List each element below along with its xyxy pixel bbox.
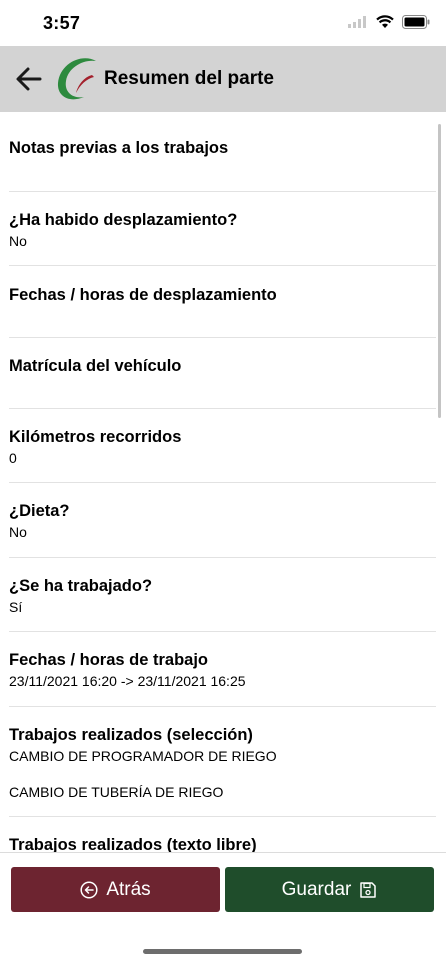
list-item: Trabajos realizados (selección) CAMBIO D… (9, 707, 436, 817)
save-button-label: Guardar (281, 878, 352, 900)
list-item: Notas previas a los trabajos (9, 112, 436, 192)
list-item: ¿Se ha trabajado? Sí (9, 558, 436, 632)
list-item: Kilómetros recorridos 0 (9, 409, 436, 483)
scrollbar[interactable] (438, 124, 441, 418)
field-label: Trabajos realizados (selección) (9, 726, 253, 744)
field-label: Fechas / horas de trabajo (9, 651, 208, 669)
status-bar: 3:57 (0, 0, 446, 46)
field-value: 23/11/2021 16:20 -> 23/11/2021 16:25 (9, 673, 246, 689)
field-value: CAMBIO DE TUBERÍA DE RIEGO (9, 784, 224, 800)
back-button[interactable]: Atrás (11, 867, 220, 912)
field-value: Sí (9, 599, 23, 615)
status-time: 3:57 (43, 13, 81, 33)
field-value: No (9, 233, 27, 249)
field-value: No (9, 524, 27, 540)
list-item: Fechas / horas de trabajo 23/11/2021 16:… (9, 632, 436, 707)
company-logo (57, 58, 96, 100)
cellular-signal-icon (348, 16, 366, 28)
field-value: CAMBIO DE PROGRAMADOR DE RIEGO (9, 748, 277, 764)
list-item: ¿Ha habido desplazamiento? No (9, 192, 436, 266)
circle-arrow-left-icon (80, 880, 98, 899)
field-value: 0 (9, 450, 17, 466)
page-title: Resumen del parte (104, 68, 274, 89)
arrow-left-icon[interactable] (14, 65, 44, 93)
wifi-icon (376, 15, 394, 28)
list-item: Fechas / horas de desplazamiento (9, 266, 436, 338)
field-label: Fechas / horas de desplazamiento (9, 286, 277, 304)
field-label: Notas previas a los trabajos (9, 139, 229, 157)
save-button[interactable]: Guardar (225, 867, 434, 912)
field-label: Trabajos realizados (texto libre) (9, 836, 257, 852)
battery-icon (402, 15, 430, 29)
list-item: Matrícula del vehículo (9, 338, 436, 409)
list-item: Trabajos realizados (texto libre) (9, 817, 436, 852)
back-button-label: Atrás (106, 878, 151, 900)
app-header: Resumen del parte (0, 46, 446, 112)
field-label: Kilómetros recorridos (9, 428, 182, 446)
home-indicator[interactable] (143, 949, 302, 954)
summary-list[interactable]: Notas previas a los trabajos ¿Ha habido … (0, 112, 446, 852)
field-label: ¿Dieta? (9, 502, 70, 520)
field-label: ¿Se ha trabajado? (9, 577, 153, 595)
field-label: ¿Ha habido desplazamiento? (9, 211, 238, 229)
floppy-disk-icon (360, 881, 377, 898)
list-item: ¿Dieta? No (9, 483, 436, 558)
field-label: Matrícula del vehículo (9, 357, 182, 375)
status-icons (348, 15, 430, 29)
footer-bar: Atrás Guardar (0, 852, 446, 965)
